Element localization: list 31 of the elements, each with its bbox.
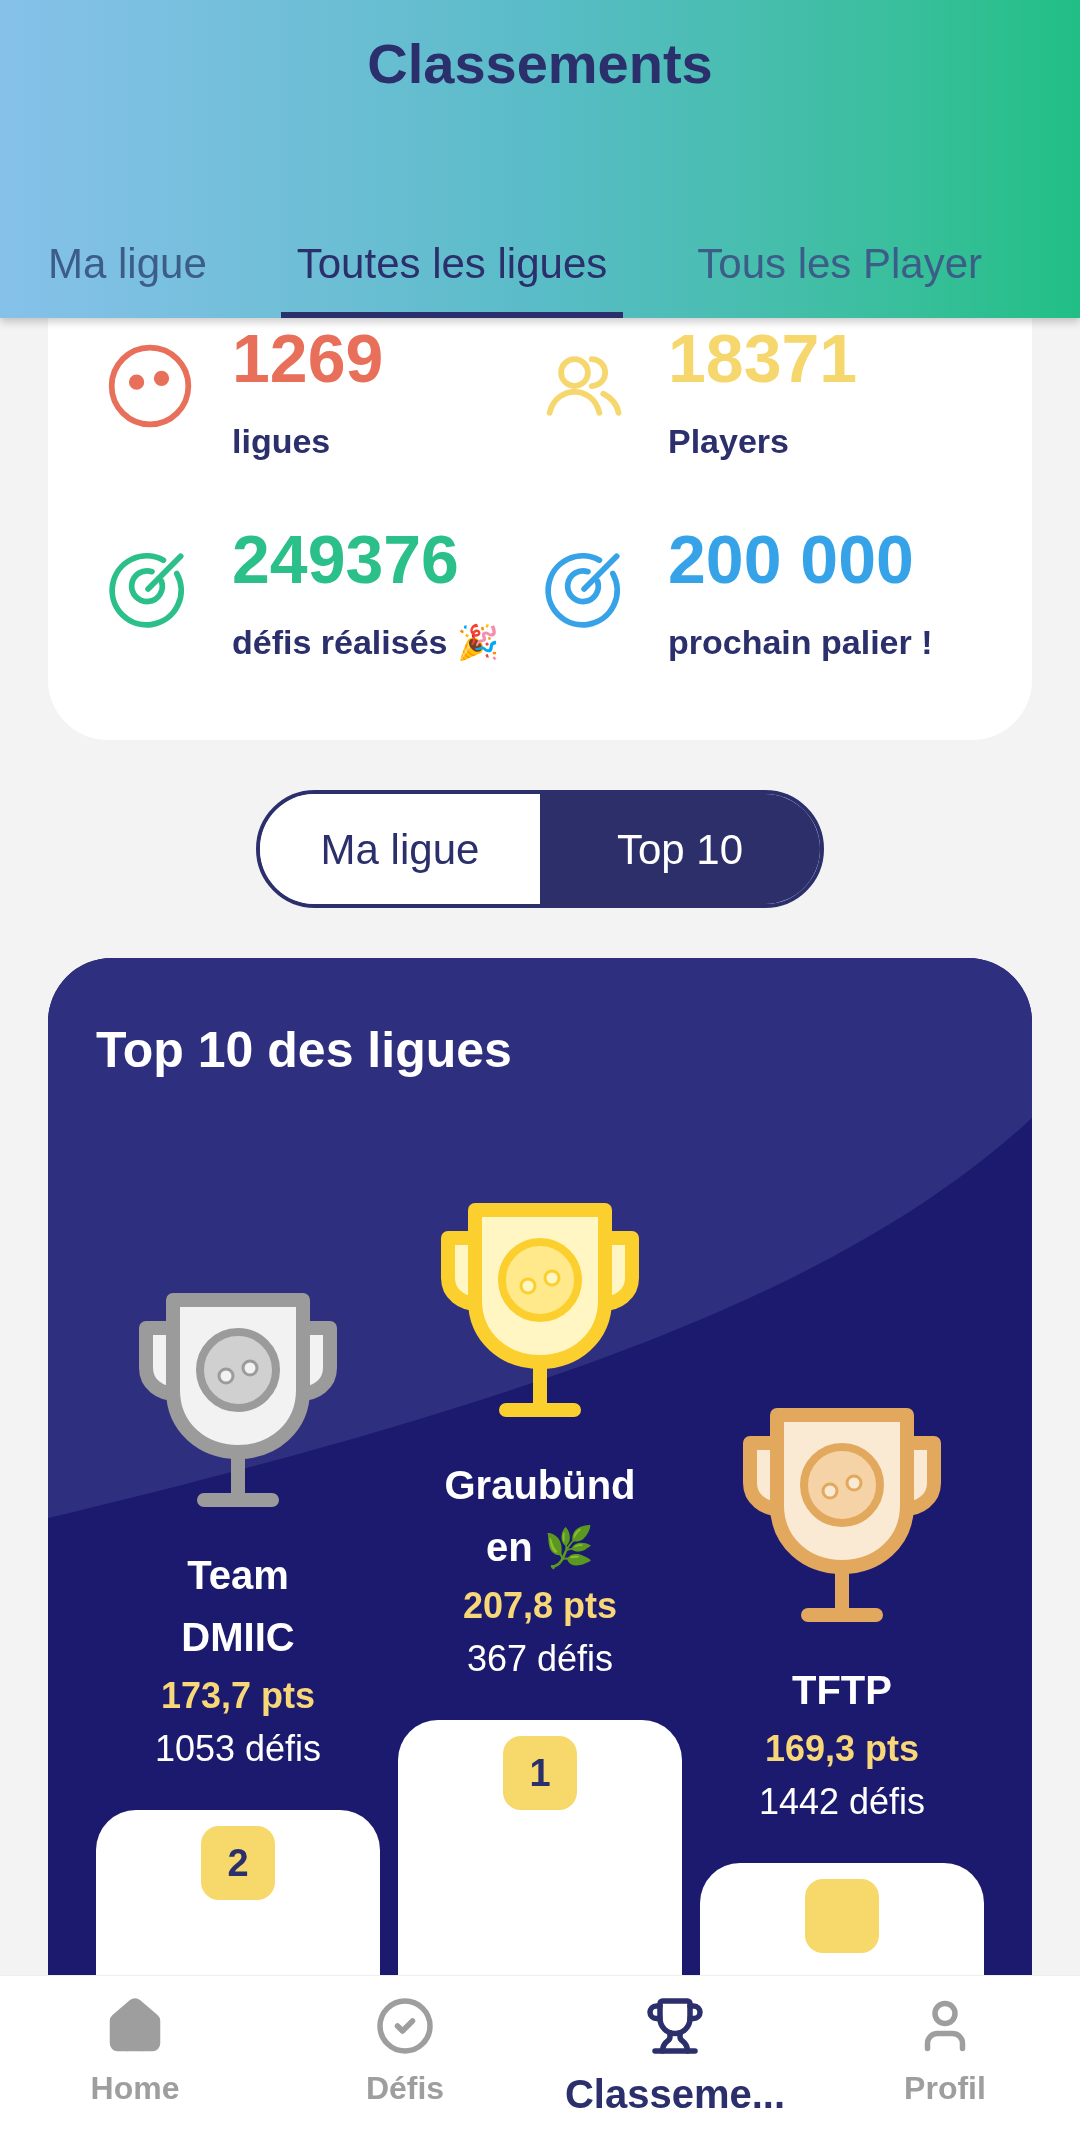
stat-label: défis réalisés 🎉 xyxy=(232,622,499,663)
check-icon xyxy=(375,1996,435,2056)
league-challenges: 1053 défis xyxy=(154,1727,322,1771)
trophy-icon xyxy=(645,1996,705,2056)
stat-value: 249376 xyxy=(232,520,460,599)
stat-label: prochain palier ! xyxy=(668,622,933,663)
nav-item[interactable]: Défis xyxy=(270,1976,540,2148)
nav-item[interactable]: Classeme... xyxy=(540,1976,810,2148)
stat-label: ligues xyxy=(232,421,332,462)
stat-value: 200 000 xyxy=(668,520,915,599)
league-name: TFTP xyxy=(791,1667,893,1714)
page-title: Classements xyxy=(367,31,713,97)
toggle-option[interactable]: Ma ligue xyxy=(260,794,540,904)
nav-item[interactable]: Home xyxy=(0,1976,270,2148)
card-title: Top 10 des ligues xyxy=(96,1021,513,1080)
tab[interactable]: Tous les Player xyxy=(681,236,999,318)
league-challenges: 1442 défis xyxy=(758,1780,926,1824)
stat-value: 1269 xyxy=(232,319,384,398)
tab[interactable]: Ma ligue xyxy=(32,236,223,318)
league-name: Graubünd en 🌿 xyxy=(443,1462,637,1572)
league-challenges: 367 défis xyxy=(466,1637,614,1681)
stat-label: Players xyxy=(668,421,790,462)
league-points: 169,3 pts xyxy=(764,1727,920,1771)
league-points: 173,7 pts xyxy=(160,1674,316,1718)
toggle-option[interactable]: Top 10 xyxy=(540,794,820,904)
rank-badge: 1 xyxy=(503,1736,577,1810)
league-name: Team DMIIC xyxy=(180,1552,296,1661)
stat-value: 18371 xyxy=(668,319,858,398)
rank-badge: 2 xyxy=(201,1826,275,1900)
nav-item[interactable]: Profil xyxy=(810,1976,1080,2148)
league-points: 207,8 pts xyxy=(462,1584,618,1628)
